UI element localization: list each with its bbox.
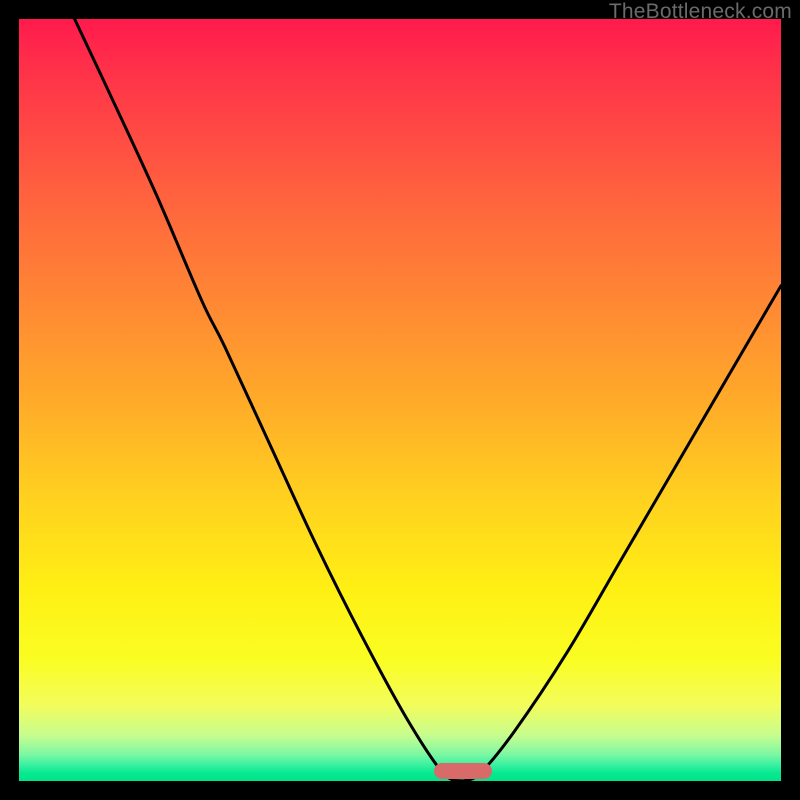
- minimum-marker: [434, 763, 492, 779]
- bottleneck-curve: [75, 19, 781, 781]
- chart-stage: TheBottleneck.com: [0, 0, 800, 800]
- curve-svg: [19, 19, 781, 781]
- attribution-text: TheBottleneck.com: [609, 0, 792, 24]
- plot-area: [19, 19, 781, 781]
